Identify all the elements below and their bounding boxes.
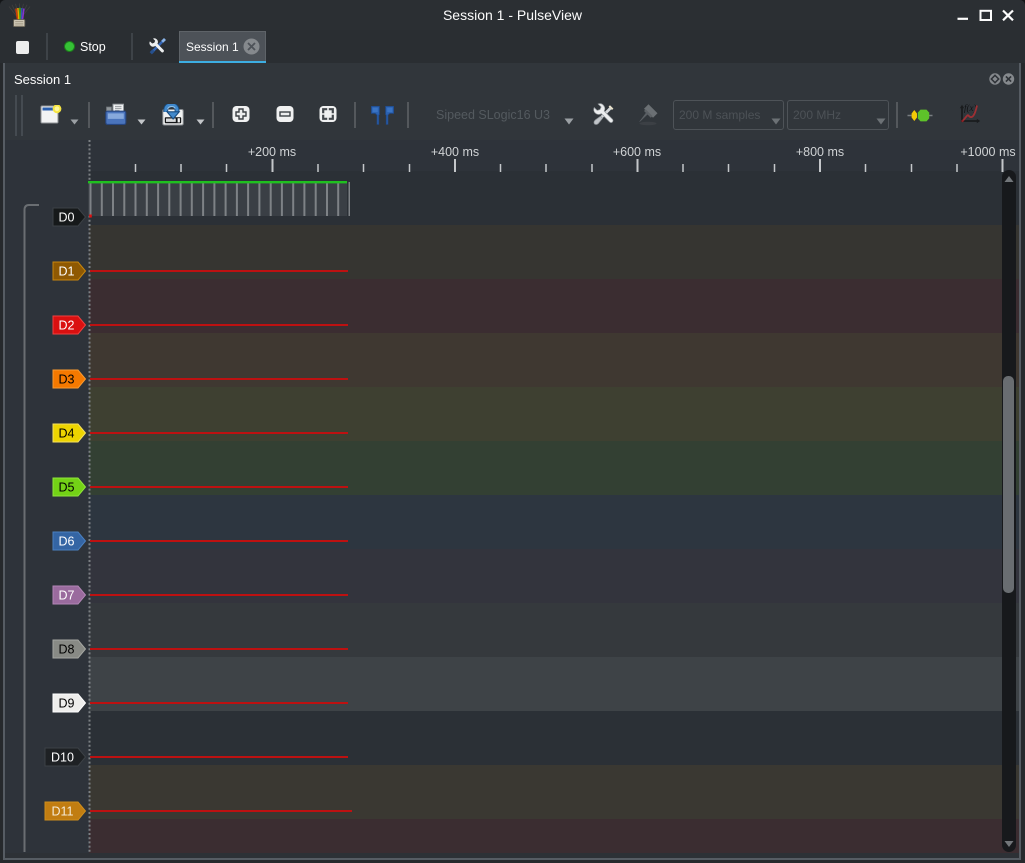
svg-text:+600 ms: +600 ms xyxy=(613,145,661,159)
svg-text:+800 ms: +800 ms xyxy=(796,145,844,159)
svg-text:D4: D4 xyxy=(59,427,75,441)
svg-text:D9: D9 xyxy=(59,697,75,711)
svg-text:D2: D2 xyxy=(59,319,75,333)
svg-text:D11: D11 xyxy=(51,805,73,819)
svg-text:+200 ms: +200 ms xyxy=(248,145,296,159)
svg-text:D10: D10 xyxy=(51,751,74,765)
svg-text:D7: D7 xyxy=(59,589,75,603)
svg-text:D1: D1 xyxy=(59,265,75,279)
svg-text:D3: D3 xyxy=(59,373,75,387)
svg-text:D8: D8 xyxy=(59,643,75,657)
svg-text:+1000 ms: +1000 ms xyxy=(960,145,1015,159)
svg-text:D5: D5 xyxy=(59,481,75,495)
svg-text:D6: D6 xyxy=(59,535,75,549)
svg-text:+400 ms: +400 ms xyxy=(431,145,479,159)
svg-text:D0: D0 xyxy=(59,211,75,225)
